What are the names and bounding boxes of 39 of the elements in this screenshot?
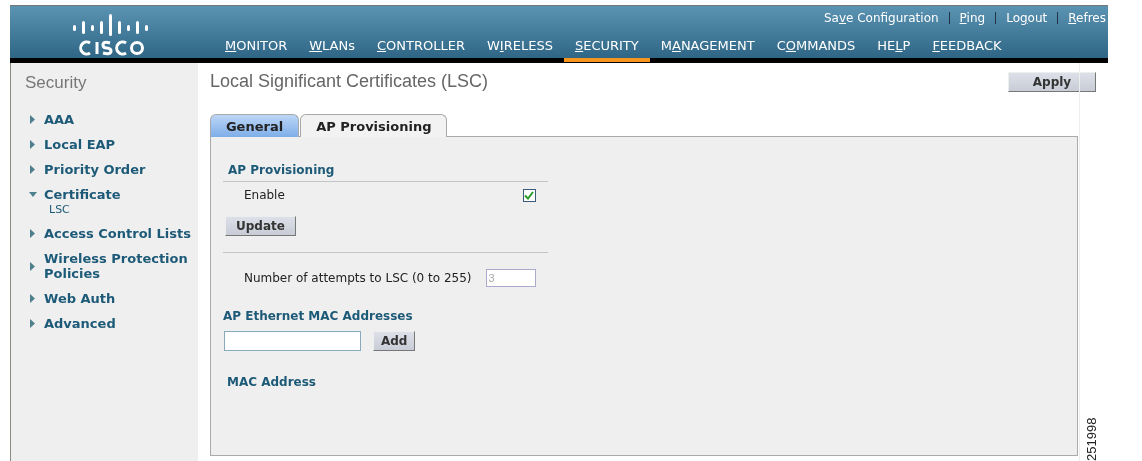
- mac-address-field[interactable]: [223, 331, 361, 351]
- sidebar-item[interactable]: Advanced: [44, 316, 116, 331]
- header-link[interactable]: Logout: [1004, 11, 1050, 25]
- add-button[interactable]: Add: [372, 331, 416, 351]
- sidebar-item[interactable]: Access Control Lists: [44, 226, 191, 241]
- nav-tab[interactable]: WIRELESS: [476, 35, 564, 62]
- sidebar-item[interactable]: Web Auth: [44, 291, 116, 306]
- figure-number: 251998: [1083, 417, 1099, 461]
- update-button[interactable]: Update: [224, 216, 296, 236]
- nav-tab[interactable]: WLANs: [298, 35, 366, 62]
- sidebar-item[interactable]: Local EAP: [44, 137, 116, 152]
- sidebar-item[interactable]: Certificate: [44, 187, 121, 202]
- nav-tab[interactable]: FEEDBACK: [921, 35, 1013, 62]
- nav-tab[interactable]: MONITOR: [214, 35, 299, 62]
- tab[interactable]: AP Provisioning: [300, 114, 448, 137]
- header-link[interactable]: Refres: [1066, 11, 1108, 25]
- sidebar-title: Security: [25, 73, 88, 93]
- field-label: Enable: [243, 188, 285, 202]
- nav-tab[interactable]: COMMANDS: [765, 35, 867, 62]
- sidebar-subitem[interactable]: LSC: [49, 203, 198, 216]
- nav-tab[interactable]: MANAGEMENT: [649, 35, 766, 62]
- logo-wordmark-icon: [79, 40, 145, 56]
- header-link[interactable]: Save Configuration: [821, 11, 941, 25]
- checkbox[interactable]: [522, 188, 536, 202]
- sidebar-item[interactable]: AAA: [44, 112, 75, 127]
- nav-tab[interactable]: HELP: [866, 35, 922, 62]
- nav-tab[interactable]: CONTROLLER: [366, 35, 476, 62]
- column-header: MAC Address: [225, 375, 317, 389]
- apply-button[interactable]: Apply: [1007, 71, 1096, 92]
- sidebar-item[interactable]: Priority Order: [44, 162, 146, 177]
- page-title: Local Significant Certificates (LSC): [209, 71, 489, 92]
- section-heading: AP Ethernet MAC Addresses: [222, 309, 414, 323]
- field-label: Number of attempts to LSC (0 to 255): [243, 271, 472, 285]
- sidebar-item[interactable]: Wireless Protection Policies: [44, 251, 198, 281]
- logo-bars-icon: [73, 14, 151, 36]
- tab[interactable]: General: [209, 114, 300, 137]
- header-link[interactable]: Ping: [957, 11, 988, 25]
- nav-tab[interactable]: SECURITY: [563, 35, 650, 62]
- section-heading: AP Provisioning: [226, 163, 336, 177]
